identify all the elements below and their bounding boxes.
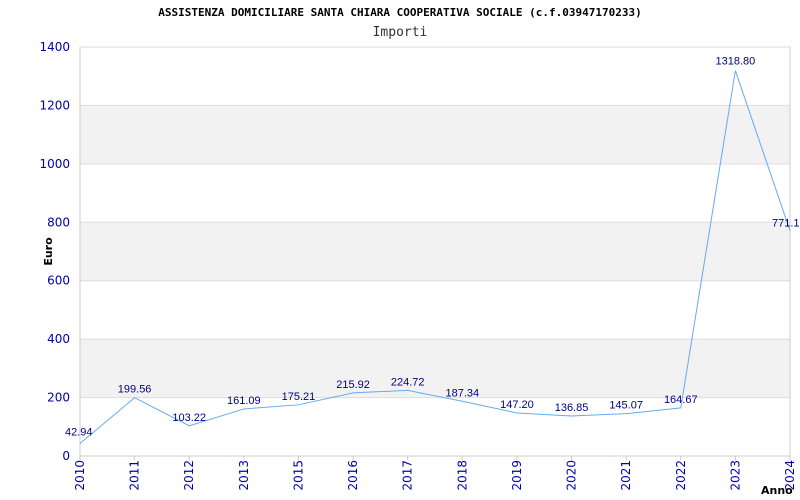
- x-tick-label: 2016: [346, 460, 360, 491]
- y-tick-label: 600: [47, 274, 70, 288]
- chart-container: ASSISTENZA DOMICILIARE SANTA CHIARA COOP…: [0, 0, 800, 500]
- x-tick-label: 2011: [128, 460, 142, 491]
- y-tick-label: 200: [47, 391, 70, 405]
- y-tick-label: 1200: [39, 98, 70, 112]
- data-label: 771.1: [772, 218, 800, 230]
- y-axis-title: Euro: [42, 237, 55, 266]
- data-label: 224.72: [391, 376, 425, 388]
- y-tick-label: 1400: [39, 40, 70, 54]
- data-label: 147.20: [500, 399, 534, 411]
- x-tick-label: 2022: [674, 460, 688, 491]
- x-tick-label: 2020: [565, 460, 579, 491]
- x-tick-label: 2018: [455, 460, 469, 491]
- y-tick-label: 800: [47, 215, 70, 229]
- grid-band: [80, 105, 790, 164]
- y-tick-label: 0: [62, 449, 70, 463]
- data-label: 103.22: [172, 412, 206, 424]
- x-tick-label: 2023: [728, 460, 742, 491]
- grid-band: [80, 222, 790, 281]
- data-label: 145.07: [609, 400, 643, 412]
- x-tick-label: 2010: [73, 460, 87, 491]
- data-label: 187.34: [445, 387, 479, 399]
- data-label: 215.92: [336, 379, 370, 391]
- data-label: 164.67: [664, 394, 698, 406]
- x-tick-label: 2012: [182, 460, 196, 491]
- x-tick-label: 2015: [291, 460, 305, 491]
- data-label: 199.56: [118, 384, 152, 396]
- x-tick-label: 2021: [619, 460, 633, 491]
- y-tick-label: 400: [47, 332, 70, 346]
- y-tick-label: 1000: [39, 157, 70, 171]
- x-tick-label: 2017: [401, 460, 415, 491]
- line-chart: 0 200 400 600 800 1000 1200 1400 2010 2011 2012 201…: [39, 40, 800, 497]
- data-label: 1318.80: [716, 56, 756, 68]
- data-label: 175.21: [282, 391, 316, 403]
- x-tick-label: 2019: [510, 460, 524, 491]
- data-label: 136.85: [555, 402, 589, 414]
- data-label: 161.09: [227, 395, 261, 407]
- x-axis-title: Anno: [761, 484, 793, 497]
- x-tick-label: 2013: [237, 460, 251, 491]
- data-label: 42.94: [65, 426, 93, 438]
